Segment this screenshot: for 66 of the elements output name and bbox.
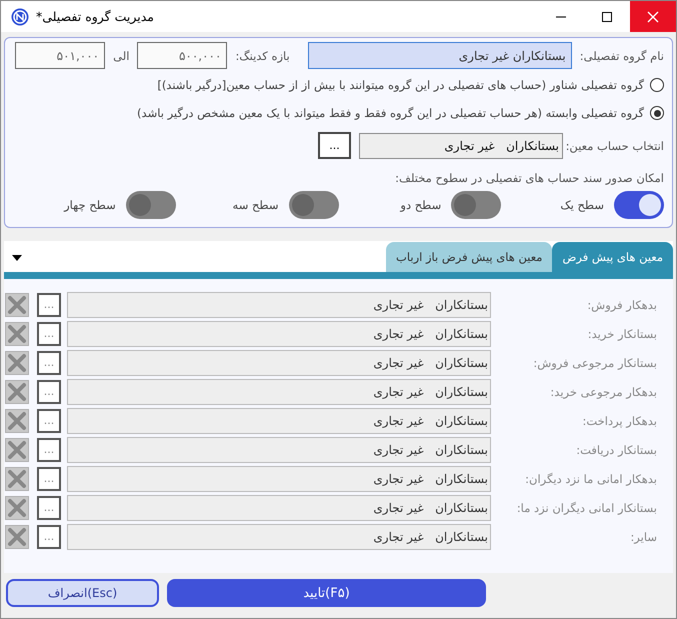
clear-icon[interactable] (5, 524, 29, 548)
browse-button[interactable]: ... (37, 408, 61, 432)
browse-button[interactable]: ... (37, 466, 61, 490)
radio-button[interactable] (650, 78, 664, 92)
account-field[interactable]: بستانکاران غیر تجاری (67, 292, 491, 318)
toggle-switch[interactable] (614, 191, 664, 219)
toggle-switch[interactable] (288, 191, 338, 219)
field-label: بدهکار مرجوعی خرید: (549, 384, 658, 398)
radio-label: گروه تفصیلی شناور (حساب های تفصیلی در این گروه میتوانند با بیش از از حساب معین[درگیر باشند)] (157, 78, 644, 92)
confirm-button[interactable]: تایید(F۵) (167, 579, 486, 607)
toggle-switch[interactable] (126, 191, 176, 219)
cancel-button[interactable]: انصراف(Esc) (6, 579, 159, 607)
account-field[interactable]: بستانکاران غیر تجاری (359, 132, 563, 158)
toggle-label: سطح دو (400, 198, 442, 212)
section-label: امکان صدور سند حساب های تفصیلی در سطوح مختلف: (394, 171, 664, 185)
range-to-field[interactable]: ۵۰۱,۰۰۰ (15, 42, 106, 69)
account-field[interactable]: بستانکاران غیر تجاری (67, 378, 491, 404)
account-field[interactable]: بستانکاران غیر تجاری (67, 408, 491, 434)
browse-button[interactable]: ... (37, 322, 61, 346)
clear-icon[interactable] (5, 466, 29, 490)
app-logo-icon (11, 8, 29, 26)
toggle-switch[interactable] (451, 191, 502, 219)
toggle-label: سطح سه (232, 198, 278, 212)
clear-icon[interactable] (5, 292, 29, 316)
browse-button[interactable]: ... (37, 524, 61, 548)
clear-icon[interactable] (5, 438, 29, 462)
tab[interactable]: معین های پیش فرض (552, 242, 673, 272)
field-label: بستانکار خرید: (586, 326, 658, 340)
close-icon (646, 10, 660, 24)
field-label: بستانکار دریافت: (575, 442, 658, 456)
account-field[interactable]: بستانکاران غیر تجاری (67, 320, 491, 346)
clear-icon[interactable] (5, 322, 29, 346)
field-label: بازه کدینگ: (235, 48, 290, 62)
tab[interactable]: معین های پیش فرض باز ارباب (386, 242, 552, 272)
field-label: بدهکار پرداخت: (581, 414, 658, 428)
account-field[interactable]: بستانکاران غیر تجاری (67, 494, 491, 520)
account-field[interactable]: بستانکاران غیر تجاری (67, 350, 491, 376)
window-title: مدیریت گروه تفصیلی* (36, 9, 154, 24)
browse-button[interactable]: ... (37, 496, 61, 520)
clear-icon[interactable] (5, 380, 29, 404)
range-from-field[interactable]: ۵۰۰,۰۰۰ (137, 42, 228, 69)
field-label: بستانکار امانی دیگران نزد ما: (516, 500, 658, 514)
field-label: بدهکار فروش: (586, 298, 658, 312)
browse-button[interactable]: ... (37, 380, 61, 404)
field-label: سایر: (629, 530, 658, 544)
group-name-field[interactable]: بستانکاران غیر تجاری (308, 42, 572, 69)
caret-icon[interactable] (12, 255, 22, 261)
clear-icon[interactable] (5, 350, 29, 374)
toggle-label: سطح چهار (64, 198, 116, 212)
browse-button[interactable]: ... (37, 438, 61, 462)
browse-button[interactable]: ... (37, 292, 61, 316)
field-label: نام گروه تفصیلی: (580, 48, 664, 62)
browse-button[interactable]: ... (318, 132, 351, 159)
account-field[interactable]: بستانکاران غیر تجاری (67, 436, 491, 462)
radio-label: گروه تفصیلی وابسته (هر حساب تفصیلی در این گروه فقط و فقط میتواند با یک معین مشخص درگیر باشد) (137, 106, 644, 120)
clear-icon[interactable] (5, 496, 29, 520)
field-label: بدهکار امانی ما نزد دیگران: (524, 472, 658, 486)
field-label: الی (113, 48, 130, 62)
browse-button[interactable]: ... (37, 350, 61, 374)
clear-icon[interactable] (5, 408, 29, 432)
account-field[interactable]: بستانکاران غیر تجاری (67, 466, 491, 492)
maximize-icon (601, 10, 613, 22)
radio-button[interactable] (650, 106, 664, 120)
toggle-label: سطح یک (560, 198, 604, 212)
field-label: بستانکار مرجوعی فروش: (532, 356, 658, 370)
account-field[interactable]: بستانکاران غیر تجاری (67, 524, 491, 550)
